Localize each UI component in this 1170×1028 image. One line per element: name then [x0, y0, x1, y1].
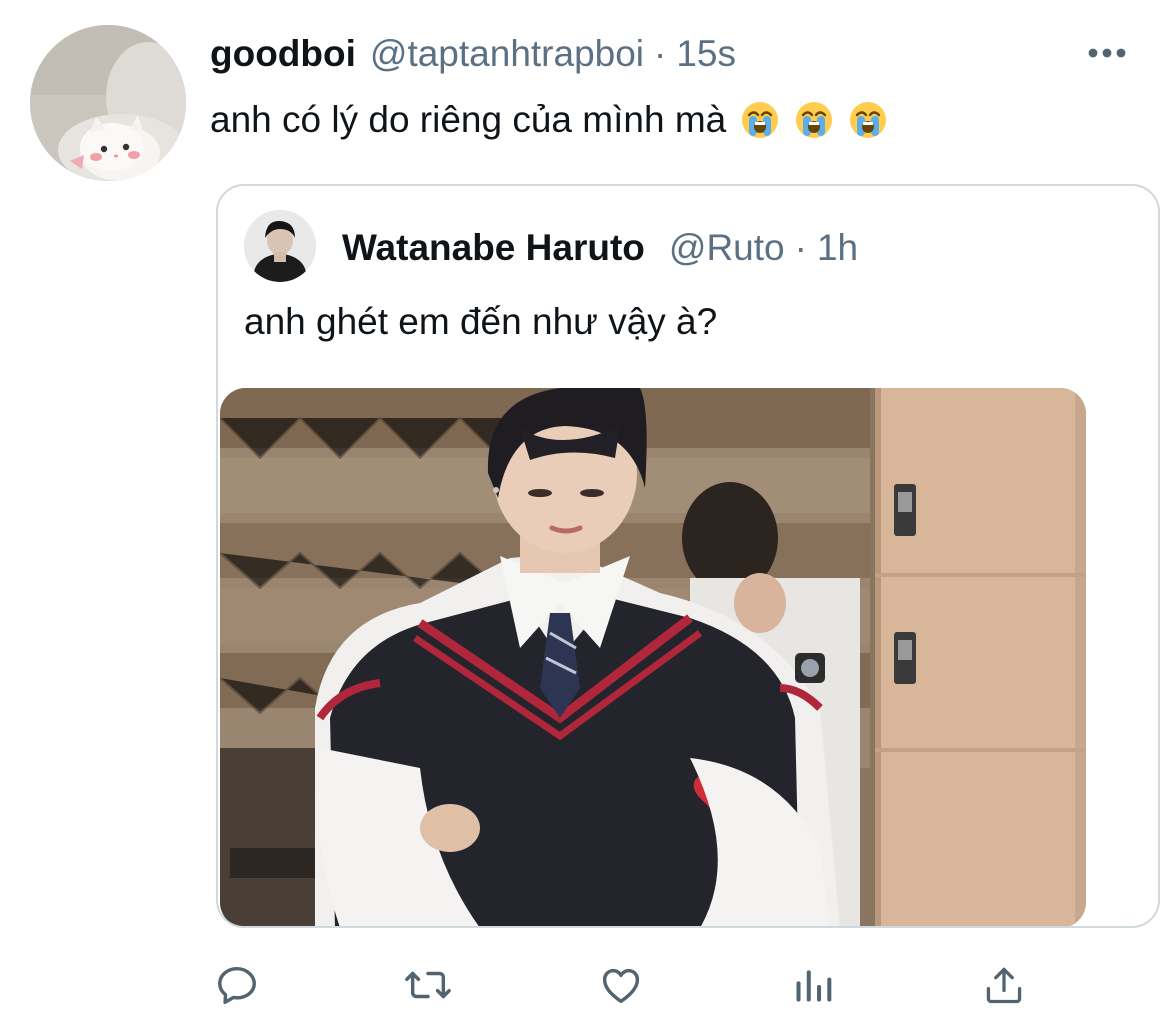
author-handle[interactable]: @taptanhtrapboi: [370, 30, 644, 78]
more-horizontal-icon: [1088, 48, 1126, 58]
retweet-icon: [405, 971, 451, 999]
like-icon: [602, 968, 640, 1004]
reply-button[interactable]: [210, 958, 264, 1012]
like-button[interactable]: [594, 958, 648, 1012]
separator-dot: ·: [654, 33, 667, 74]
loudly-crying-face-icon: [850, 102, 887, 138]
reply-icon: [218, 966, 256, 1004]
share-icon: [986, 967, 1022, 1004]
quoted-tweet-card[interactable]: Watanabe Haruto @Ruto · 1h anh ghét em đ…: [216, 184, 1160, 928]
more-options-button[interactable]: [1085, 35, 1129, 71]
tweet-timestamp[interactable]: 15s: [676, 30, 736, 78]
quoted-tweet-text: anh ghét em đến như vậy à?: [244, 301, 718, 342]
share-button[interactable]: [977, 958, 1031, 1012]
quoted-tweet-media-photo[interactable]: [220, 388, 1086, 926]
quoted-handle[interactable]: @Ruto: [669, 224, 785, 272]
loudly-crying-face-icon: [796, 102, 833, 138]
retweet-button[interactable]: [401, 958, 455, 1012]
author-display-name[interactable]: goodboi: [210, 30, 356, 78]
author-avatar[interactable]: [30, 25, 186, 181]
analytics-icon: [796, 970, 832, 1002]
quoted-author-avatar[interactable]: [244, 210, 316, 282]
emoji-group: [740, 100, 888, 140]
tweet-text: anh có lý do riêng của mình mà: [210, 96, 888, 144]
quoted-tweet-header: Watanabe Haruto @Ruto · 1h: [342, 224, 858, 272]
quoted-timestamp[interactable]: 1h: [817, 224, 858, 272]
tweet-action-bar: [0, 958, 1170, 1012]
quoted-display-name[interactable]: Watanabe Haruto: [342, 224, 645, 272]
loudly-crying-face-icon: [742, 102, 779, 138]
tweet-header: goodboi @taptanhtrapboi · 15s: [210, 30, 736, 78]
separator-dot: ·: [794, 227, 807, 268]
tweet-text-content: anh có lý do riêng của mình mà: [210, 99, 727, 140]
analytics-button[interactable]: [786, 958, 840, 1012]
